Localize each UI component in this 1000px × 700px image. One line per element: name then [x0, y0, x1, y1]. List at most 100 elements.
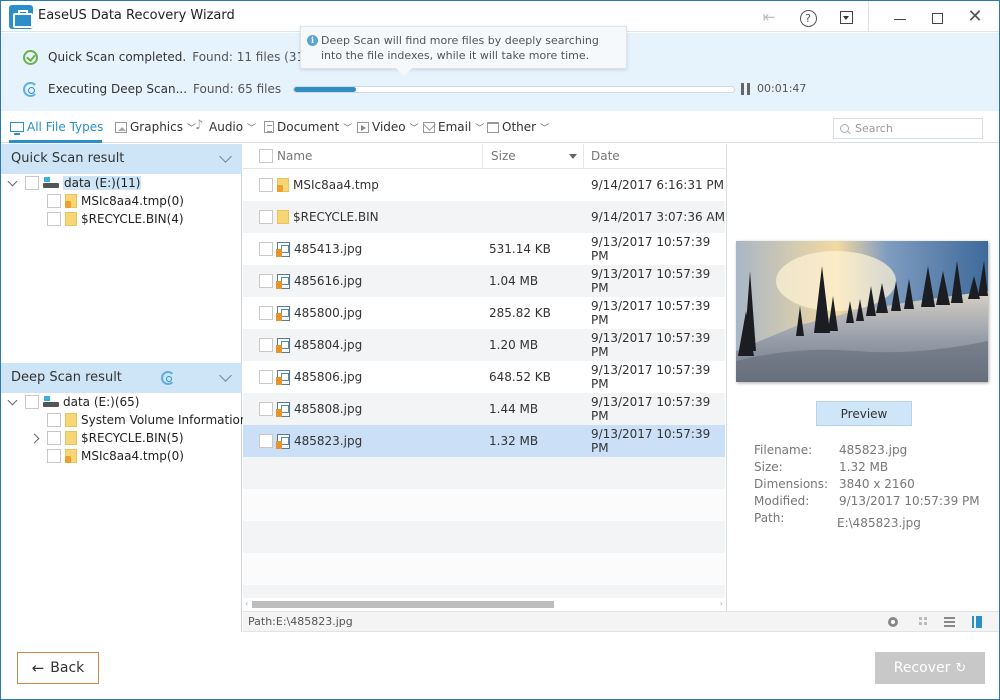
tree-node-quick-child[interactable]: $RECYCLE.BIN(4) — [47, 210, 184, 228]
deep-scan-progress-bar — [293, 86, 735, 93]
column-separator[interactable] — [583, 144, 584, 169]
sign-out-icon[interactable]: ⇤ — [758, 6, 780, 28]
filter-label: Video — [372, 120, 406, 134]
quick-scan-result-header[interactable]: Quick Scan result — [1, 144, 242, 174]
empty-row — [243, 457, 725, 489]
back-button[interactable]: ← Back — [17, 652, 99, 684]
recover-button[interactable]: Recover ↻ — [875, 652, 985, 684]
file-date: 9/13/2017 10:57:39 PM — [591, 331, 711, 359]
scroll-right-icon[interactable]: › — [720, 599, 723, 608]
file-row[interactable]: $RECYCLE.BIN 9/14/2017 3:07:36 AM — [243, 201, 725, 233]
preview-eye-icon[interactable] — [887, 615, 901, 629]
filter-label: Other — [502, 120, 537, 134]
filter-label: All File Types — [27, 120, 104, 134]
file-size: 1.32 MB — [489, 434, 539, 448]
scrollbar-thumb[interactable] — [252, 601, 554, 608]
checkbox[interactable] — [259, 434, 273, 448]
chevron-down-icon[interactable] — [219, 369, 232, 382]
checkbox[interactable] — [259, 210, 273, 224]
recover-icon: ↻ — [955, 660, 967, 676]
checkbox[interactable] — [25, 176, 39, 190]
music-icon — [195, 118, 206, 133]
checkbox[interactable] — [47, 413, 61, 427]
file-row[interactable]: 485806.jpg 648.52 KB 9/13/2017 10:57:39 PM — [243, 361, 725, 393]
file-row[interactable]: 485616.jpg 1.04 MB 9/13/2017 10:57:39 PM — [243, 265, 725, 297]
select-all-checkbox[interactable] — [259, 149, 273, 163]
checkbox[interactable] — [259, 338, 273, 352]
back-label: Back — [50, 660, 85, 676]
file-row[interactable]: 485808.jpg 1.44 MB 9/13/2017 10:57:39 PM — [243, 393, 725, 425]
column-separator[interactable] — [482, 144, 483, 169]
empty-row — [243, 521, 725, 553]
collapse-toggle-icon[interactable] — [7, 174, 19, 192]
checkbox[interactable] — [259, 242, 273, 256]
search-input[interactable] — [855, 122, 975, 135]
search-box[interactable] — [833, 118, 983, 139]
app-title: EaseUS Data Recovery Wizard — [38, 8, 235, 23]
filter-document[interactable]: Document ﹀ — [264, 118, 352, 136]
file-row[interactable]: 485823.jpg 1.32 MB 9/13/2017 10:57:39 PM — [243, 425, 725, 457]
checkbox[interactable] — [259, 178, 273, 192]
tree-node-deep-child[interactable]: MSIc8aa4.tmp(0) — [47, 447, 184, 465]
file-date: 9/13/2017 10:57:39 PM — [591, 427, 711, 455]
checkbox[interactable] — [259, 306, 273, 320]
tree-node-quick-root[interactable]: data (E:)(11) — [7, 174, 142, 192]
filter-other[interactable]: Other ﹀ — [487, 118, 549, 136]
column-header-size[interactable]: Size — [491, 144, 516, 169]
scroll-left-icon[interactable]: ‹ — [245, 599, 248, 608]
tree-node-deep-root[interactable]: data (E:)(65) — [7, 393, 139, 411]
tree-node-deep-child[interactable]: System Volume Information(3) — [47, 411, 264, 429]
list-view-icon[interactable] — [943, 615, 957, 629]
horizontal-scrollbar[interactable]: ‹ › — [243, 598, 725, 611]
menu-dropdown-button[interactable] — [835, 6, 857, 28]
checkbox[interactable] — [47, 212, 61, 226]
checkbox[interactable] — [47, 431, 61, 445]
filter-email[interactable]: Email ﹀ — [423, 118, 484, 136]
file-name: 485823.jpg — [294, 434, 363, 448]
titlebar-divider — [868, 1, 869, 32]
quick-scan-status-text: Quick Scan completed. — [48, 50, 187, 64]
image-file-icon — [276, 401, 290, 417]
tree-node-quick-child[interactable]: MSIc8aa4.tmp(0) — [47, 192, 184, 210]
checkbox[interactable] — [259, 370, 273, 384]
filter-video[interactable]: Video ﹀ — [357, 118, 419, 136]
file-row[interactable]: 485413.jpg 531.14 KB 9/13/2017 10:57:39 PM — [243, 233, 725, 265]
tooltip-text: Deep Scan will find more files by deeply… — [321, 34, 599, 62]
column-header-date[interactable]: Date — [591, 144, 620, 169]
filter-audio[interactable]: Audio ﹀ — [195, 118, 256, 136]
preview-button[interactable]: Preview — [816, 401, 912, 426]
preview-thumbnail — [736, 241, 988, 382]
checkbox[interactable] — [47, 449, 61, 463]
collapse-toggle-icon[interactable] — [7, 393, 19, 411]
tree-node-label: $RECYCLE.BIN(4) — [81, 212, 184, 226]
checkbox[interactable] — [259, 274, 273, 288]
deep-scan-result-header[interactable]: Deep Scan result — [1, 363, 242, 393]
filter-all-file-types[interactable]: All File Types — [10, 118, 103, 136]
file-row[interactable]: 485800.jpg 285.82 KB 9/13/2017 10:57:39 PM — [243, 297, 725, 329]
file-row[interactable]: 485804.jpg 1.20 MB 9/13/2017 10:57:39 PM — [243, 329, 725, 361]
filter-graphics[interactable]: Graphics ﹀ — [115, 118, 196, 136]
thumbnail-view-icon[interactable] — [917, 615, 931, 629]
checkbox[interactable] — [25, 395, 39, 409]
video-icon — [357, 121, 369, 133]
pause-button[interactable] — [741, 83, 751, 95]
maximize-button[interactable] — [926, 6, 948, 28]
minimize-button[interactable] — [889, 6, 911, 28]
checkbox[interactable] — [259, 402, 273, 416]
filter-label: Email — [438, 120, 472, 134]
file-date: 9/13/2017 10:57:39 PM — [591, 363, 711, 391]
checkbox[interactable] — [47, 194, 61, 208]
close-button[interactable]: ✕ — [964, 6, 986, 28]
chevron-down-icon[interactable] — [219, 150, 232, 163]
meta-label-dimensions: Dimensions: — [754, 477, 829, 491]
expand-toggle-icon[interactable] — [31, 429, 43, 447]
help-button[interactable]: ? — [797, 6, 819, 28]
tree-node-deep-child[interactable]: $RECYCLE.BIN(5) — [31, 429, 184, 447]
preview-panel-view-icon[interactable] — [971, 615, 985, 629]
meta-value-dimensions: 3840 x 2160 — [839, 477, 915, 491]
file-row[interactable]: MSIc8aa4.tmp 9/14/2017 6:16:31 PM — [243, 169, 725, 201]
image-file-icon — [276, 433, 290, 449]
monitor-icon — [10, 122, 24, 135]
column-header-name[interactable]: Name — [277, 144, 312, 169]
folder-icon — [65, 212, 77, 226]
